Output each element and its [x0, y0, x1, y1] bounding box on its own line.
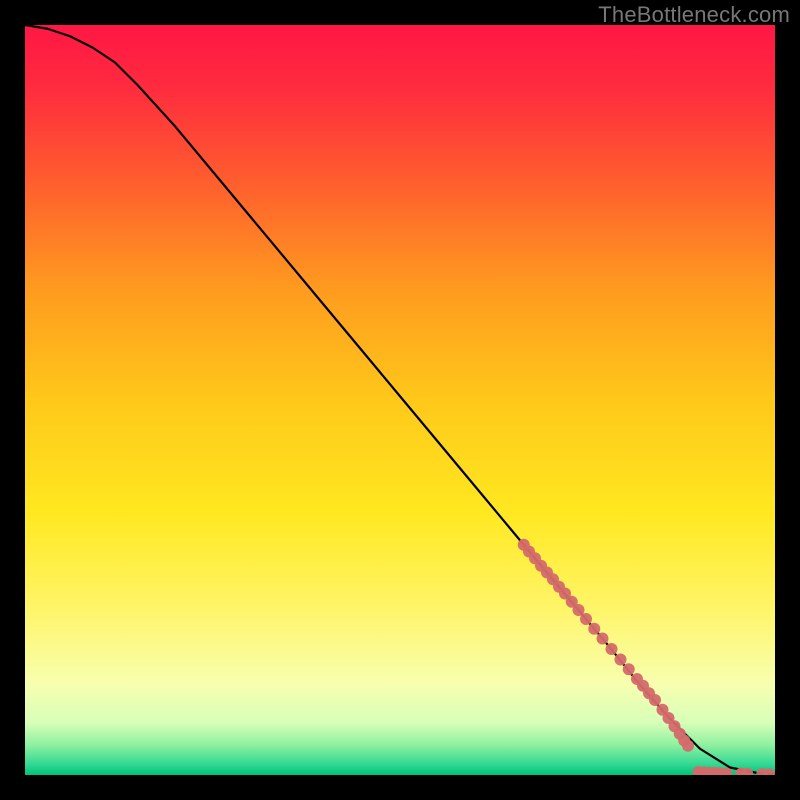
data-point: [588, 623, 600, 635]
chart-stage: TheBottleneck.com: [0, 0, 800, 800]
gradient-background: [25, 25, 775, 775]
chart-svg: [25, 25, 775, 775]
watermark-text: TheBottleneck.com: [598, 2, 790, 28]
data-point: [580, 613, 592, 625]
data-point: [649, 694, 661, 706]
data-point: [597, 633, 609, 645]
plot-area: [25, 25, 775, 775]
data-point: [615, 654, 627, 666]
data-point: [623, 663, 635, 675]
data-point: [682, 740, 694, 752]
data-point: [606, 643, 618, 655]
